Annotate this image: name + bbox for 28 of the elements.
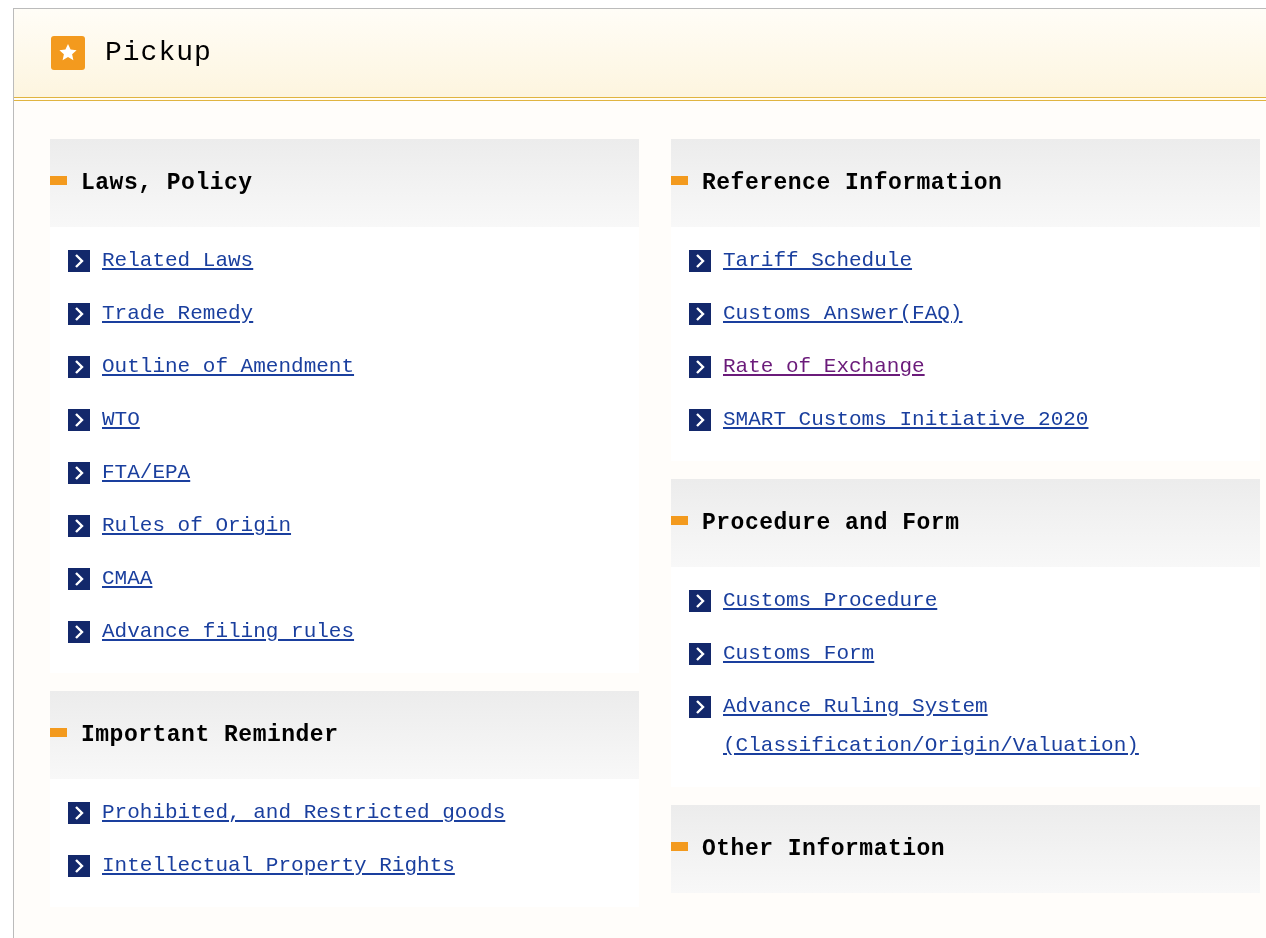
link[interactable]: Advance filing rules: [102, 612, 355, 651]
link[interactable]: Customs Form: [723, 634, 875, 673]
section-title: Important Reminder: [81, 720, 339, 750]
link[interactable]: Rules of Origin: [102, 506, 292, 545]
link[interactable]: CMAA: [102, 559, 153, 598]
marker-icon: [50, 728, 67, 737]
link[interactable]: WTO: [102, 400, 140, 439]
link[interactable]: Outline of Amendment: [102, 347, 355, 386]
link[interactable]: Customs Procedure: [723, 581, 938, 620]
link[interactable]: Intellectual Property Rights: [102, 846, 455, 885]
link[interactable]: Prohibited, and Restricted goods: [102, 793, 506, 832]
marker-icon: [50, 176, 67, 185]
link[interactable]: SMART Customs Initiative 2020: [723, 400, 1089, 439]
link[interactable]: Customs Answer(FAQ): [723, 294, 963, 333]
link[interactable]: Advance Ruling System (Classification/Origin/Valuation): [723, 687, 1250, 765]
section-title: Laws, Policy: [81, 168, 253, 198]
section-title: Reference Information: [702, 168, 1003, 198]
link[interactable]: FTA/EPA: [102, 453, 191, 492]
link[interactable]: Tariff Schedule: [723, 241, 913, 280]
section-title: Procedure and Form: [702, 508, 960, 538]
panel-title: Pickup: [105, 36, 212, 70]
link[interactable]: Rate of Exchange: [723, 347, 925, 386]
marker-icon: [671, 516, 688, 525]
link[interactable]: Trade Remedy: [102, 294, 254, 333]
link[interactable]: Related Laws: [102, 241, 254, 280]
section-title: Other Information: [702, 834, 946, 864]
marker-icon: [671, 176, 688, 185]
marker-icon: [671, 842, 688, 851]
